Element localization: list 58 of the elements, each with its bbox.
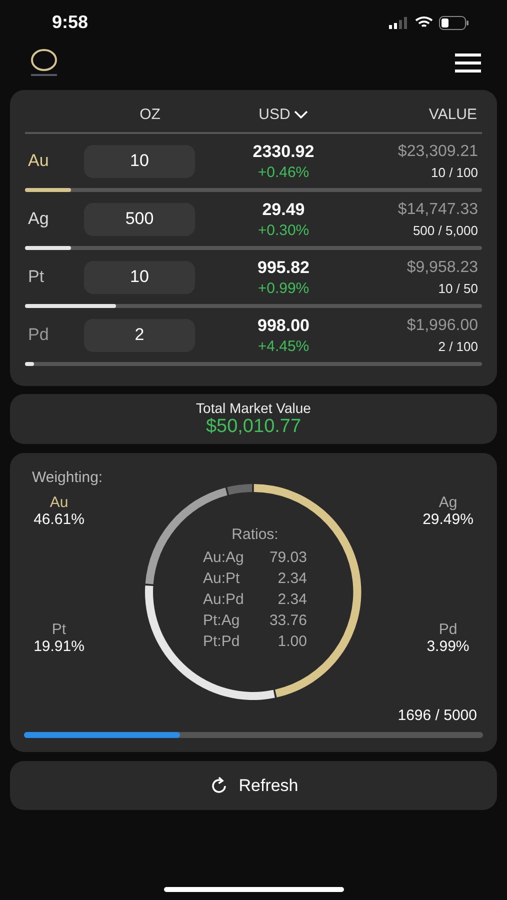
battery-icon: [439, 16, 469, 30]
ratio-value: 33.76: [269, 611, 307, 631]
wifi-icon: [415, 16, 433, 29]
holding-value: $14,747.33: [398, 200, 478, 218]
holding-limit: 500 / 5,000: [412, 222, 478, 238]
ratio-pair: Pt:Ag: [203, 611, 240, 631]
ratio-value: 2.34: [278, 590, 307, 610]
ratio-value: 2.34: [278, 569, 307, 589]
metal-symbol: Ag: [438, 494, 458, 511]
ratio-pair: Au:Ag: [203, 548, 244, 568]
price-change: +0.30%: [258, 222, 310, 238]
ounces-field[interactable]: 10: [84, 260, 195, 294]
weighting-title: Weighting:: [31, 469, 104, 486]
menu-icon[interactable]: [454, 52, 482, 74]
usage-count: 1696 / 5000: [398, 707, 478, 724]
metal-symbol: Pd: [27, 325, 50, 345]
holding-value: $9,958.23: [406, 258, 478, 276]
chevron-down-icon[interactable]: [294, 110, 308, 118]
price-value: 29.49: [262, 200, 305, 220]
column-header: OZ: [140, 106, 160, 122]
holding-value: $23,309.21: [398, 142, 478, 160]
column-header: VALUE: [428, 106, 478, 122]
total-value: $50,010.77: [206, 416, 302, 438]
status-time: 9:58: [52, 12, 88, 33]
refresh-button[interactable]: Refresh: [10, 761, 497, 810]
holding-limit: 2 / 100: [438, 338, 478, 354]
metal-symbol: Au: [50, 494, 68, 511]
ounces-field[interactable]: 2: [84, 318, 195, 352]
price-change: +4.45%: [258, 338, 310, 354]
price-change: +0.99%: [258, 280, 310, 296]
weight-percent: 46.61%: [34, 511, 84, 528]
ratio-pair: Pt:Pd: [203, 632, 240, 652]
ratio-pair: Au:Pt: [203, 569, 240, 589]
price-value: 995.82: [258, 258, 310, 278]
holding-limit: 10 / 100: [431, 164, 478, 180]
weight-percent: 29.49%: [422, 511, 474, 528]
metal-symbol: Pd: [438, 621, 458, 638]
ratios-title: Ratios:: [232, 526, 278, 543]
ratio-value: 79.03: [269, 548, 307, 568]
logo-icon: [29, 48, 59, 78]
weight-percent: 19.91%: [34, 638, 84, 655]
metal-symbol: Au: [27, 151, 50, 171]
price-value: 998.00: [258, 316, 310, 336]
ratio-pair: Au:Pd: [203, 590, 244, 610]
column-header[interactable]: USD: [258, 106, 290, 122]
ratio-value: 1.00: [278, 632, 307, 652]
metal-symbol: Pt: [52, 621, 66, 638]
price-change: +0.46%: [258, 164, 310, 180]
weight-percent: 3.99%: [426, 638, 470, 655]
ounces-field[interactable]: 500: [84, 202, 195, 236]
holding-limit: 10 / 50: [438, 280, 478, 296]
signal-icon: [389, 16, 409, 28]
total-label: Total Market Value: [196, 400, 311, 416]
metal-symbol: Ag: [27, 209, 50, 229]
price-value: 2330.92: [252, 142, 314, 162]
metal-symbol: Pt: [27, 267, 46, 287]
ounces-field[interactable]: 10: [84, 144, 195, 178]
holding-value: $1,996.00: [406, 316, 478, 334]
